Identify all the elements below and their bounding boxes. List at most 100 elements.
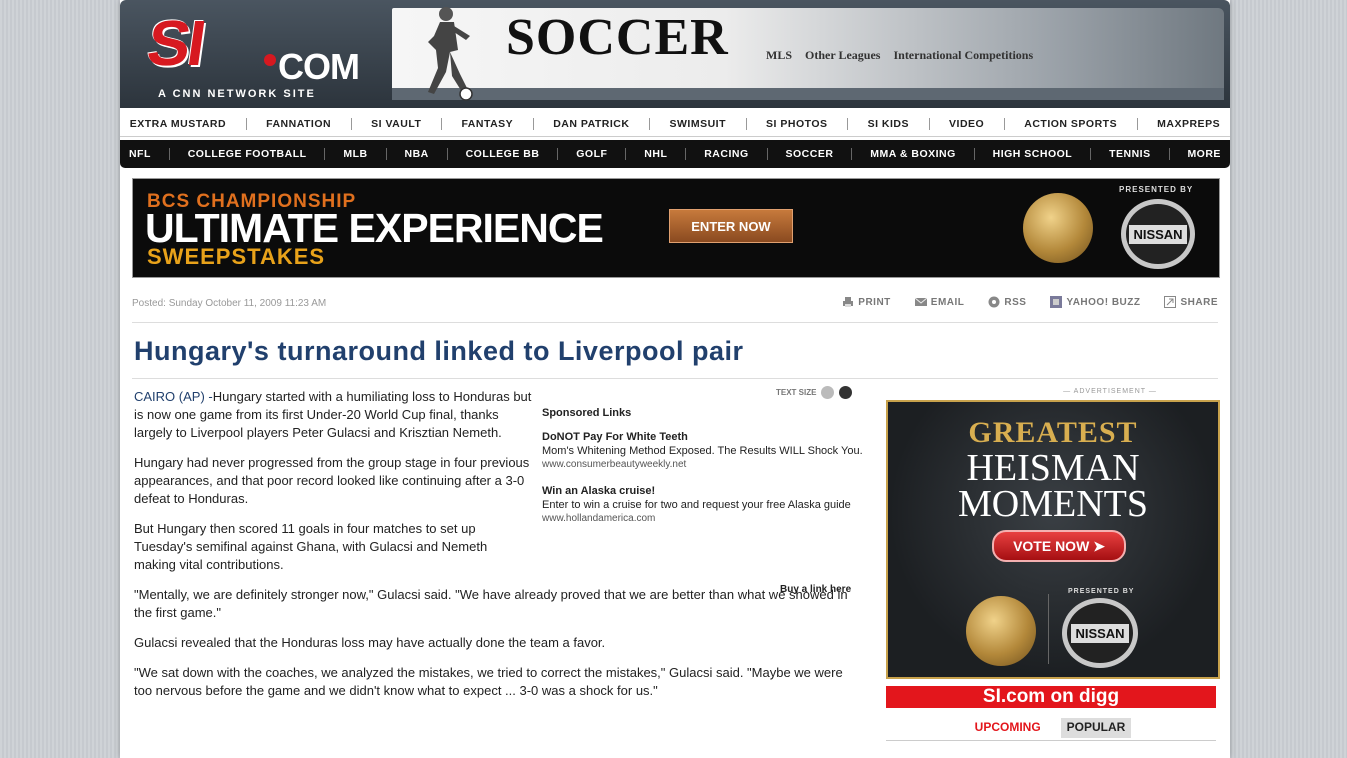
si-logo[interactable]: SI COM A CNN NETWORK SITE [143,6,396,106]
divider [132,322,1218,323]
yahoo-buzz-label: YAHOO! BUZZ [1066,296,1141,308]
nav-separator [446,148,448,160]
heisman-ad[interactable]: GREATEST HEISMAN MOMENTS VOTE NOW ➤ PRES… [886,400,1220,679]
nav-separator [440,118,442,130]
nav-separator [1168,148,1170,160]
share-tool[interactable]: SHARE [1164,296,1218,308]
nav-high-school[interactable]: HIGH SCHOOL [993,148,1073,160]
vote-now-label: VOTE NOW [1013,538,1090,554]
nav-nba[interactable]: NBA [404,148,428,160]
heisman-presented-by: PRESENTED BY [1068,588,1135,595]
heisman-medal-icon [966,596,1036,666]
page: SI COM A CNN NETWORK SITE SOCCER MLS Oth… [120,0,1230,758]
nav-dan-patrick[interactable]: DAN PATRICK [553,118,629,130]
print-tool[interactable]: PRINT [842,296,891,308]
share-label: SHARE [1180,296,1218,308]
rss-label: RSS [1004,296,1027,308]
sponsored-link-desc: Mom's Whitening Method Exposed. The Resu… [542,445,863,457]
share-icon [1164,296,1177,308]
section-link-other-leagues[interactable]: Other Leagues [805,48,880,62]
promo-presented-by: PRESENTED BY [1119,185,1194,194]
print-icon [843,297,854,307]
article-paragraph: But Hungary then scored 11 goals in four… [134,521,488,572]
sponsored-link-title[interactable]: Win an Alaska cruise! [542,484,870,498]
nav-college-football[interactable]: COLLEGE FOOTBALL [188,148,307,160]
section-link-mls[interactable]: MLS [766,48,792,62]
nav-maxpreps[interactable]: MAXPREPS [1157,118,1220,130]
nav-video[interactable]: VIDEO [949,118,984,130]
article-headline: Hungary's turnaround linked to Liverpool… [134,336,744,366]
divider [886,740,1216,741]
article-meta-row: Posted: Sunday October 11, 2009 11:23 AM… [132,294,1218,314]
section-link-international[interactable]: International Competitions [893,48,1033,62]
nav-si-kids[interactable]: SI KIDS [868,118,909,130]
section-links: MLS Other Leagues International Competit… [766,48,1043,63]
nav-golf[interactable]: GOLF [576,148,607,160]
nav-college-bb[interactable]: COLLEGE BB [466,148,540,160]
sponsored-link[interactable]: Win an Alaska cruise! Enter to win a cru… [542,484,870,526]
nav-action-sports[interactable]: ACTION SPORTS [1024,118,1117,130]
nav-separator [847,118,849,130]
yahoo-buzz-icon [1050,296,1063,308]
section-banner-bar [392,88,1224,100]
nav-mlb[interactable]: MLB [343,148,367,160]
nav-swimsuit[interactable]: SWIMSUIT [670,118,727,130]
vote-now-button[interactable]: VOTE NOW ➤ [992,530,1126,562]
nav-separator [851,148,853,160]
nav-separator [532,118,534,130]
sponsored-link-title[interactable]: DoNOT Pay For White Teeth [542,430,870,444]
nav-mma-boxing[interactable]: MMA & BOXING [870,148,956,160]
print-label: PRINT [858,296,891,308]
heisman-medal-icon [1023,193,1093,263]
logo-dot [264,54,276,66]
nissan-logo-text: NISSAN [1129,224,1187,244]
nav-separator [1090,148,1092,160]
nav-nfl[interactable]: NFL [129,148,151,160]
sponsored-heading: Sponsored Links [542,407,632,419]
nav-separator [350,118,352,130]
sponsored-links: Sponsored Links DoNOT Pay For White Teet… [542,406,870,538]
sponsored-link[interactable]: DoNOT Pay For White Teeth Mom's Whitenin… [542,430,870,472]
nav-separator [973,148,975,160]
article-paragraph: Hungary had never progressed from the gr… [134,455,530,506]
nav-nhl[interactable]: NHL [644,148,667,160]
nav-sports: NFL COLLEGE FOOTBALL MLB NBA COLLEGE BB … [120,140,1230,168]
article-paragraph: "Mentally, we are definitely stronger no… [134,587,848,620]
article-paragraph: Gulacsi revealed that the Honduras loss … [134,635,606,650]
nav-extra-mustard[interactable]: EXTRA MUSTARD [130,118,226,130]
nav-racing[interactable]: RACING [704,148,748,160]
tab-popular[interactable]: POPULAR [1060,718,1132,738]
nav-separator [385,148,387,160]
email-label: EMAIL [930,296,965,308]
advertisement-label: — ADVERTISEMENT — [1063,388,1157,395]
nav-separator [1003,118,1005,130]
rss-tool[interactable]: RSS [988,296,1026,308]
sponsored-link-url[interactable]: www.consumerbeautyweekly.net [542,458,870,472]
buy-link-here[interactable]: Buy a link here [780,584,851,595]
enter-now-button[interactable]: ENTER NOW [669,209,793,243]
logo-tagline: A CNN NETWORK SITE [158,88,316,100]
nav-separator [245,118,247,130]
email-tool[interactable]: EMAIL [914,296,965,308]
nav-si-photos[interactable]: SI PHOTOS [766,118,828,130]
promo-line3: SWEEPSTAKES [147,244,326,269]
nav-fantasy[interactable]: FANTASY [461,118,513,130]
nav-soccer[interactable]: SOCCER [785,148,833,160]
advertisement-label-text: ADVERTISEMENT [1073,388,1146,395]
digg-header: SI.com on digg [886,686,1216,708]
logo-com-text: COM [278,46,360,87]
nav-si-vault[interactable]: SI VAULT [371,118,421,130]
section-title: SOCCER [506,9,729,66]
bcs-promo-banner[interactable]: BCS CHAMPIONSHIP ULTIMATE EXPERIENCE SWE… [132,178,1220,278]
nav-fannation[interactable]: FANNATION [266,118,331,130]
yahoo-buzz-tool[interactable]: YAHOO! BUZZ [1050,296,1140,308]
sponsored-link-url[interactable]: www.hollandamerica.com [542,512,870,526]
nav-separator [745,118,747,130]
nav-network: EXTRA MUSTARD FANNATION SI VAULT FANTASY… [120,112,1230,137]
article-tools: PRINT EMAIL RSS YAHOO! BUZZ SHARE [842,296,1218,308]
article-dateline: CAIRO (AP) - [134,389,213,404]
nav-tennis[interactable]: TENNIS [1109,148,1151,160]
nav-separator [685,148,687,160]
nav-more[interactable]: MORE [1187,148,1221,160]
tab-upcoming[interactable]: UPCOMING [971,718,1045,738]
